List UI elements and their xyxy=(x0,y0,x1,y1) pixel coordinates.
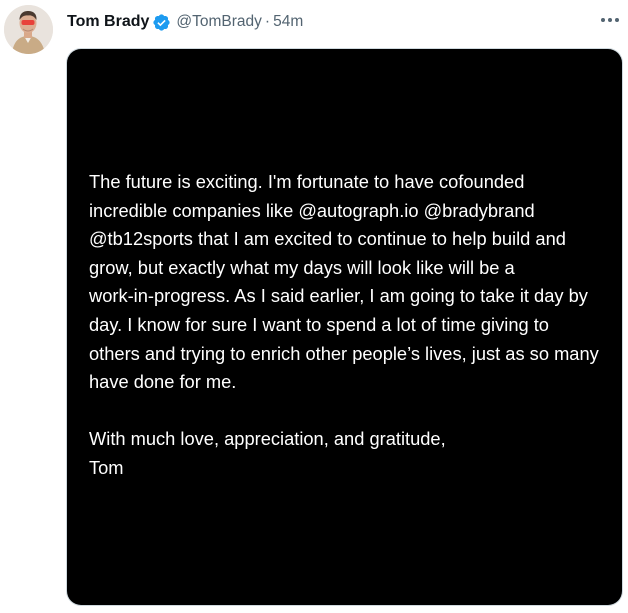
separator-dot: · xyxy=(264,13,271,30)
tweet-image[interactable]: The future is exciting. I'm fortunate to… xyxy=(67,49,622,605)
more-options-button[interactable] xyxy=(598,10,622,30)
text-line: have done for me. xyxy=(89,371,237,393)
text-line: work-in-progress. As I said earlier, I a… xyxy=(89,285,588,307)
tweet[interactable]: Tom Brady @TomBrady · 54m The future is … xyxy=(0,0,628,613)
text-line: incredible companies like @autograph.io … xyxy=(89,199,535,221)
text-line: grow, but exactly what my days will look… xyxy=(89,256,515,278)
verified-badge-icon xyxy=(152,13,171,32)
tweet-header: Tom Brady @TomBrady · 54m xyxy=(67,10,303,34)
more-horizontal-icon xyxy=(601,18,619,22)
display-name[interactable]: Tom Brady xyxy=(67,13,149,31)
text-line: others and trying to enrich other people… xyxy=(89,342,599,364)
closing-line: With much love, appreciation, and gratit… xyxy=(89,428,446,450)
image-text: The future is exciting. I'm fortunate to… xyxy=(89,168,609,483)
handle[interactable]: @TomBrady xyxy=(176,13,262,31)
text-line: day. I know for sure I want to spend a l… xyxy=(89,313,549,335)
avatar[interactable] xyxy=(4,5,53,54)
text-line: The future is exciting. I'm fortunate to… xyxy=(89,171,525,192)
signature-line: Tom xyxy=(89,456,124,478)
text-line: @tb12sports that I am excited to continu… xyxy=(89,228,566,250)
profile-photo xyxy=(4,5,53,54)
timestamp[interactable]: 54m xyxy=(273,13,303,31)
